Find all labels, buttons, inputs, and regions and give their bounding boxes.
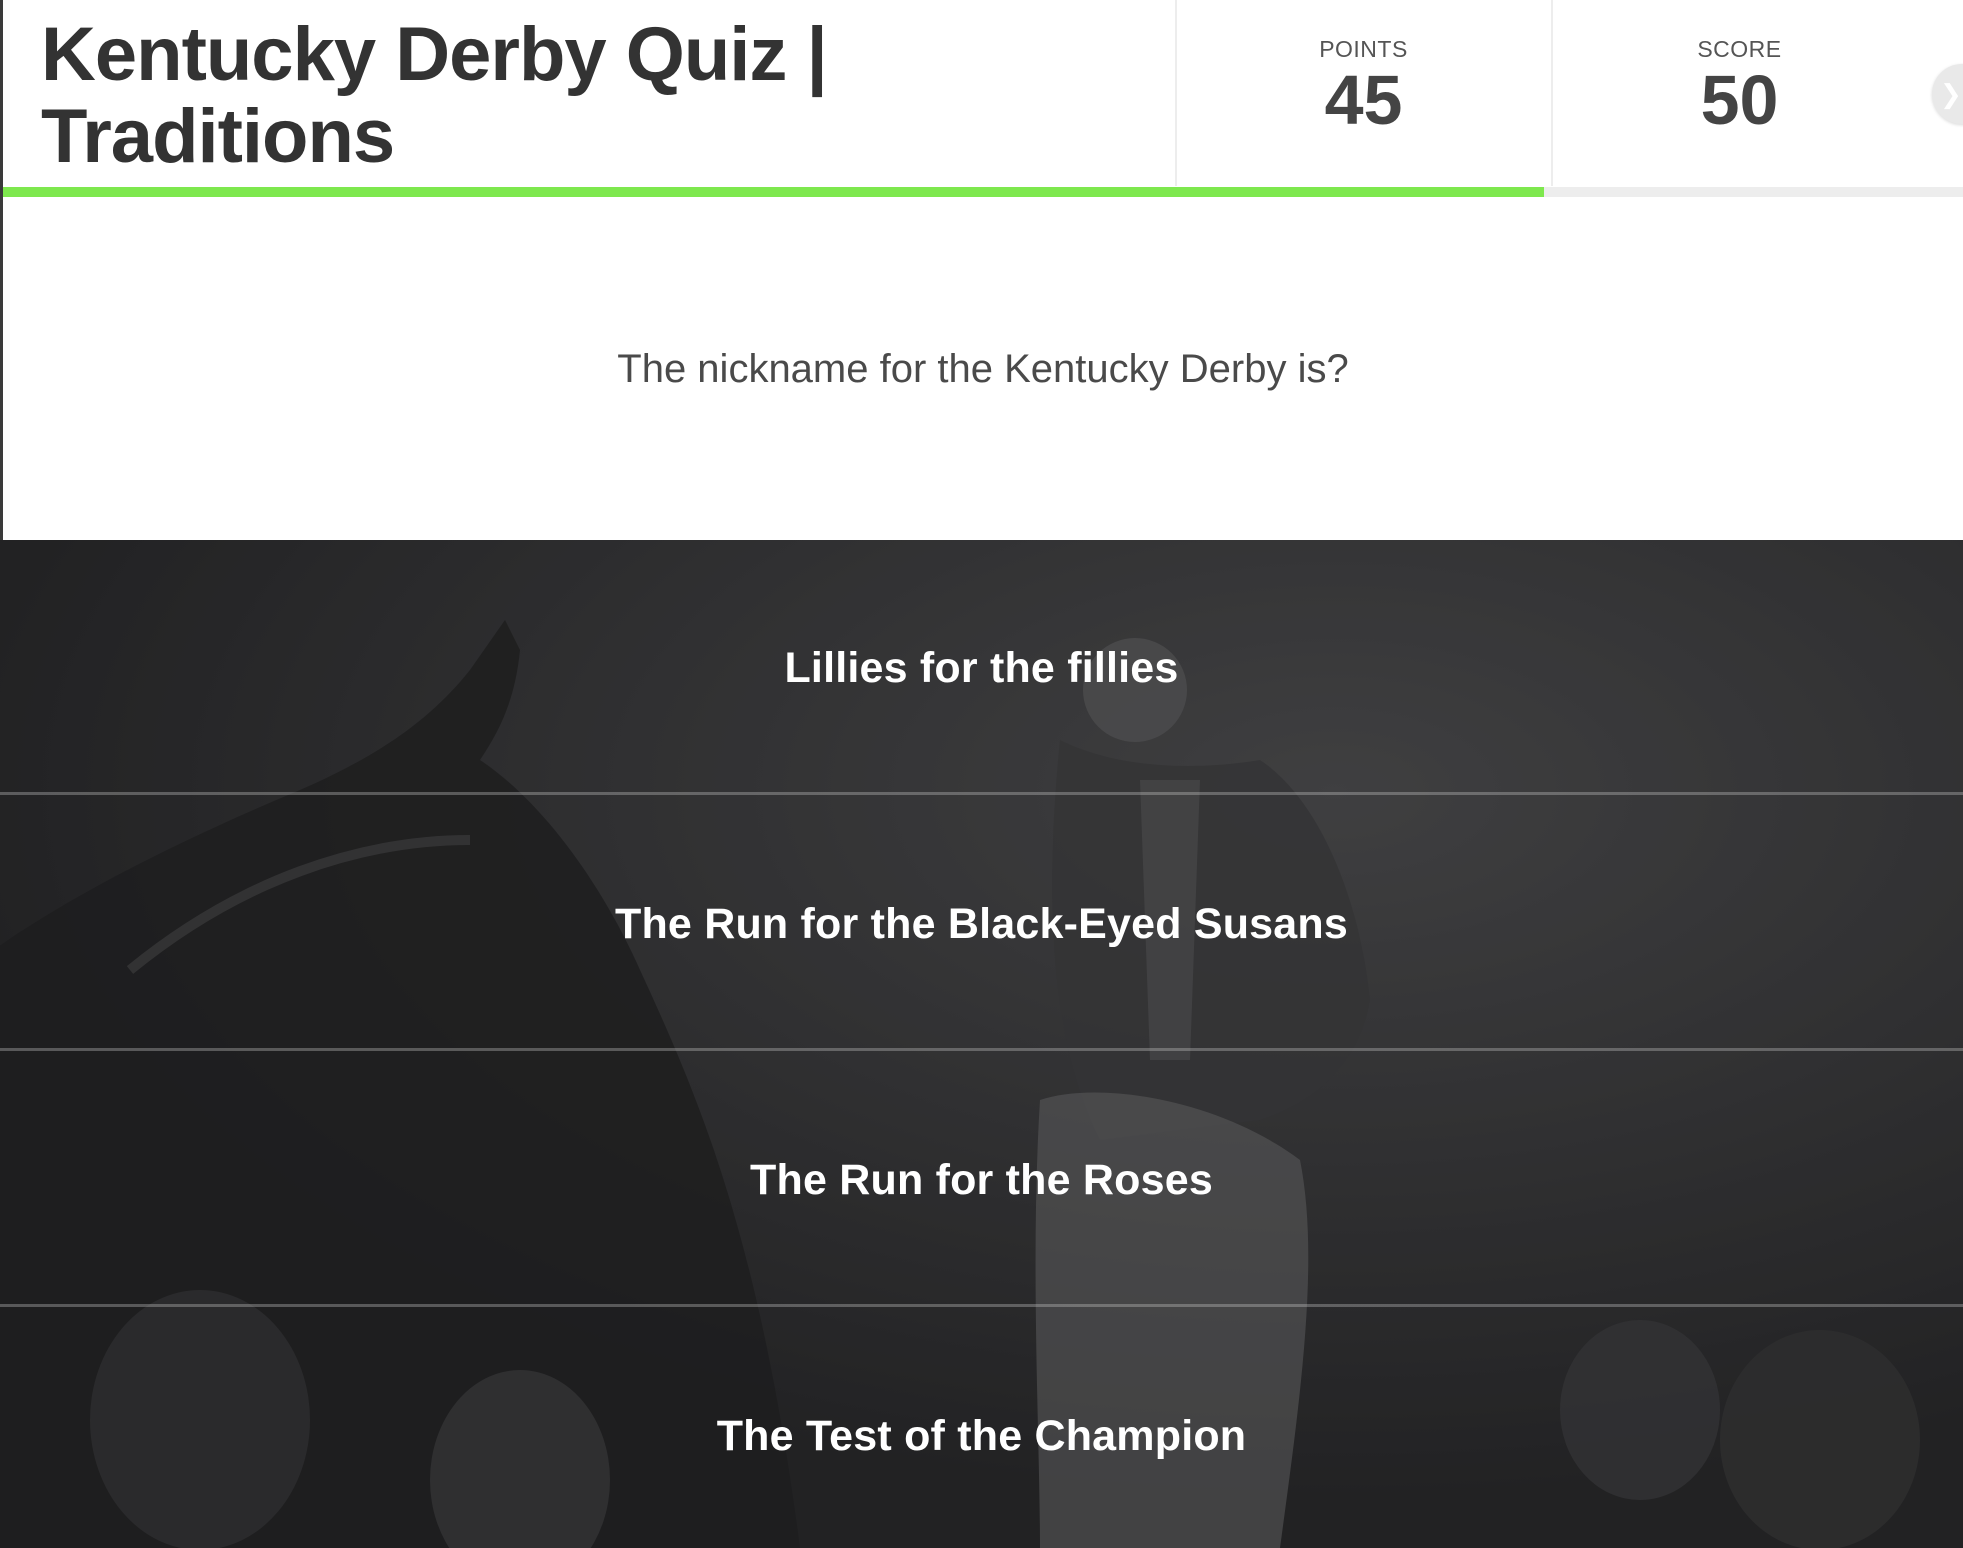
score-value: 50: [1700, 61, 1779, 139]
answer-option-2[interactable]: The Run for the Black-Eyed Susans: [0, 796, 1963, 1051]
answer-option-1[interactable]: Lillies for the fillies: [0, 540, 1963, 795]
answers-area: Lillies for the fillies The Run for the …: [0, 540, 1963, 1548]
quiz-page: Kentucky Derby Quiz | Traditions POINTS …: [0, 0, 1963, 1548]
answer-label: The Run for the Black-Eyed Susans: [615, 900, 1348, 948]
chevron-right-icon: ❯: [1940, 79, 1962, 109]
score-box: SCORE 50: [1551, 0, 1926, 186]
answer-label: Lillies for the fillies: [784, 644, 1179, 692]
points-label: POINTS: [1319, 36, 1408, 62]
answer-option-4[interactable]: The Test of the Champion: [0, 1308, 1963, 1548]
progress-bar: [3, 187, 1963, 197]
score-label: SCORE: [1697, 36, 1782, 62]
answer-label: The Test of the Champion: [716, 1412, 1247, 1460]
question-panel: The nickname for the Kentucky Derby is?: [0, 197, 1963, 540]
answer-option-3[interactable]: The Run for the Roses: [0, 1052, 1963, 1307]
progress-bar-fill: [3, 187, 1544, 197]
points-box: POINTS 45: [1175, 0, 1550, 186]
next-button[interactable]: ❯: [1932, 64, 1963, 124]
points-value: 45: [1324, 61, 1403, 139]
quiz-header: Kentucky Derby Quiz | Traditions POINTS …: [0, 0, 1963, 197]
quiz-title: Kentucky Derby Quiz | Traditions: [41, 12, 828, 179]
answer-label: The Run for the Roses: [750, 1156, 1213, 1204]
question-text: The nickname for the Kentucky Derby is?: [617, 347, 1349, 391]
